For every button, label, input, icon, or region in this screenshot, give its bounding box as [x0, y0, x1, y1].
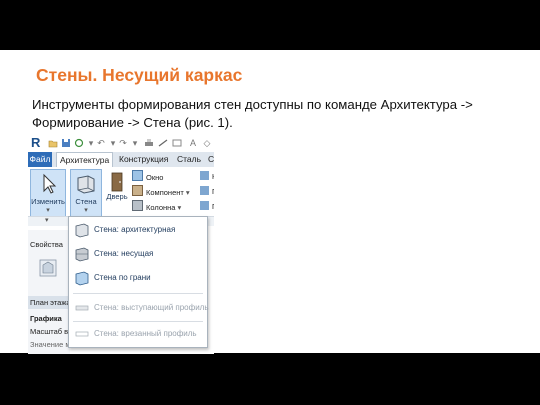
slide: Стены. Несущий каркас Инструменты формир…	[0, 50, 540, 354]
menu-item-architectural-wall[interactable]: Стена: архитектурная	[69, 219, 207, 241]
menu-item-label: Стена: архитектурная	[94, 225, 176, 234]
menu-separator	[73, 293, 203, 294]
measure-icon[interactable]	[158, 138, 168, 148]
wall-label: Стена	[75, 197, 97, 206]
plan-label: План этажа	[30, 298, 71, 307]
floor-label: П	[212, 202, 214, 211]
value-label: Значение м	[30, 340, 71, 349]
chevron-down-icon[interactable]: ▾	[31, 206, 65, 214]
modify-button[interactable]: Изменить ▾	[30, 169, 66, 221]
open-icon[interactable]	[48, 138, 58, 148]
quick-access-toolbar: R ▾ ↶ ▾ ↷ ▾ A ◇	[28, 134, 214, 152]
tab-architecture[interactable]: Архитектура	[56, 152, 114, 167]
roof-icon	[200, 171, 209, 180]
floor-button[interactable]: П	[200, 200, 214, 213]
menu-item-label: Стена: выступающий профиль	[94, 303, 209, 312]
ceiling-label: П	[212, 187, 214, 196]
slide-body-text: Инструменты формирования стен доступны п…	[32, 96, 522, 132]
column-icon	[132, 200, 143, 211]
wall-sweep-icon	[74, 300, 90, 316]
menu-separator	[73, 321, 203, 322]
chevron-down-icon[interactable]: ▾	[45, 216, 49, 224]
menu-item-structural-wall[interactable]: Стена: несущая	[69, 243, 207, 265]
ribbon-tabs: Файл Архитектура Конструкция Сталь С	[28, 152, 214, 167]
cursor-icon	[38, 173, 58, 195]
wall-reveal-icon	[74, 326, 90, 342]
window-button[interactable]: Окно	[132, 170, 163, 183]
menu-item-wall-by-face[interactable]: Стена по грани	[69, 267, 207, 289]
body-line-2: Формирование -> Стена (рис. 1).	[32, 115, 233, 130]
revit-screenshot: R ▾ ↶ ▾ ↷ ▾ A ◇ Файл Архитектура Констру…	[28, 134, 214, 354]
roof-label: К	[212, 172, 214, 181]
wall-button[interactable]: Стена ▾	[70, 169, 102, 221]
menu-item-wall-sweep[interactable]: Стена: выступающий профиль	[69, 297, 209, 319]
architectural-wall-icon	[74, 222, 90, 238]
save-icon[interactable]	[61, 138, 71, 148]
menu-item-label: Стена: несущая	[94, 249, 154, 258]
chevron-down-icon[interactable]: ▾	[86, 138, 96, 148]
ceiling-icon	[200, 186, 209, 195]
component-icon	[132, 185, 143, 196]
chevron-down-icon[interactable]: ▾	[130, 138, 140, 148]
text-a-icon[interactable]: A	[188, 138, 198, 148]
wall-dropdown-menu: Стена: архитектурная Стена: несущая Стен…	[68, 216, 209, 348]
menu-item-label: Стена по грани	[94, 273, 151, 282]
ceiling-button[interactable]: П	[200, 185, 214, 198]
window-icon	[132, 170, 143, 181]
properties-header: Свойства	[30, 240, 63, 249]
graphics-label: Графика	[30, 314, 62, 323]
slide-title: Стены. Несущий каркас	[36, 65, 243, 85]
component-label: Компонент	[146, 188, 184, 197]
door-button[interactable]: Дверь	[104, 169, 130, 209]
column-label: Колонна	[146, 203, 176, 212]
properties-palette: Свойства План этажа Графика Масштаб в Зн…	[28, 230, 71, 354]
tab-truncated[interactable]: С	[205, 152, 214, 167]
column-button[interactable]: Колонна ▾	[132, 200, 181, 213]
floor-icon	[200, 201, 209, 210]
view-selector[interactable]: План этажа	[28, 296, 71, 309]
window-label: Окно	[146, 173, 164, 182]
tab-file[interactable]: Файл	[28, 152, 52, 167]
chevron-down-icon[interactable]: ▾	[71, 206, 101, 214]
wall-by-face-icon	[74, 270, 90, 286]
section-icon[interactable]: ◇	[202, 138, 212, 148]
modify-label: Изменить	[31, 197, 65, 206]
type-preview-icon	[38, 258, 58, 278]
door-label: Дверь	[106, 192, 128, 201]
tab-structure[interactable]: Конструкция	[116, 152, 171, 167]
tag-icon[interactable]	[172, 138, 182, 148]
tab-steel[interactable]: Сталь	[174, 152, 204, 167]
chevron-down-icon[interactable]: ▾	[108, 138, 118, 148]
scale-label: Масштаб в	[30, 327, 69, 336]
print-icon[interactable]	[144, 138, 154, 148]
menu-item-label: Стена: врезанный профиль	[94, 329, 197, 338]
component-button[interactable]: Компонент ▾	[132, 185, 190, 198]
sync-icon[interactable]	[74, 138, 84, 148]
revit-logo[interactable]: R	[31, 135, 40, 150]
menu-item-wall-reveal[interactable]: Стена: врезанный профиль	[69, 323, 207, 345]
undo-icon[interactable]: ↶	[96, 138, 106, 148]
roof-button[interactable]: К	[200, 170, 214, 183]
structural-wall-icon	[74, 246, 90, 262]
door-icon	[110, 172, 124, 192]
body-line-1: Инструменты формирования стен доступны п…	[32, 97, 473, 112]
wall-icon	[75, 173, 97, 195]
redo-icon[interactable]: ↷	[118, 138, 128, 148]
